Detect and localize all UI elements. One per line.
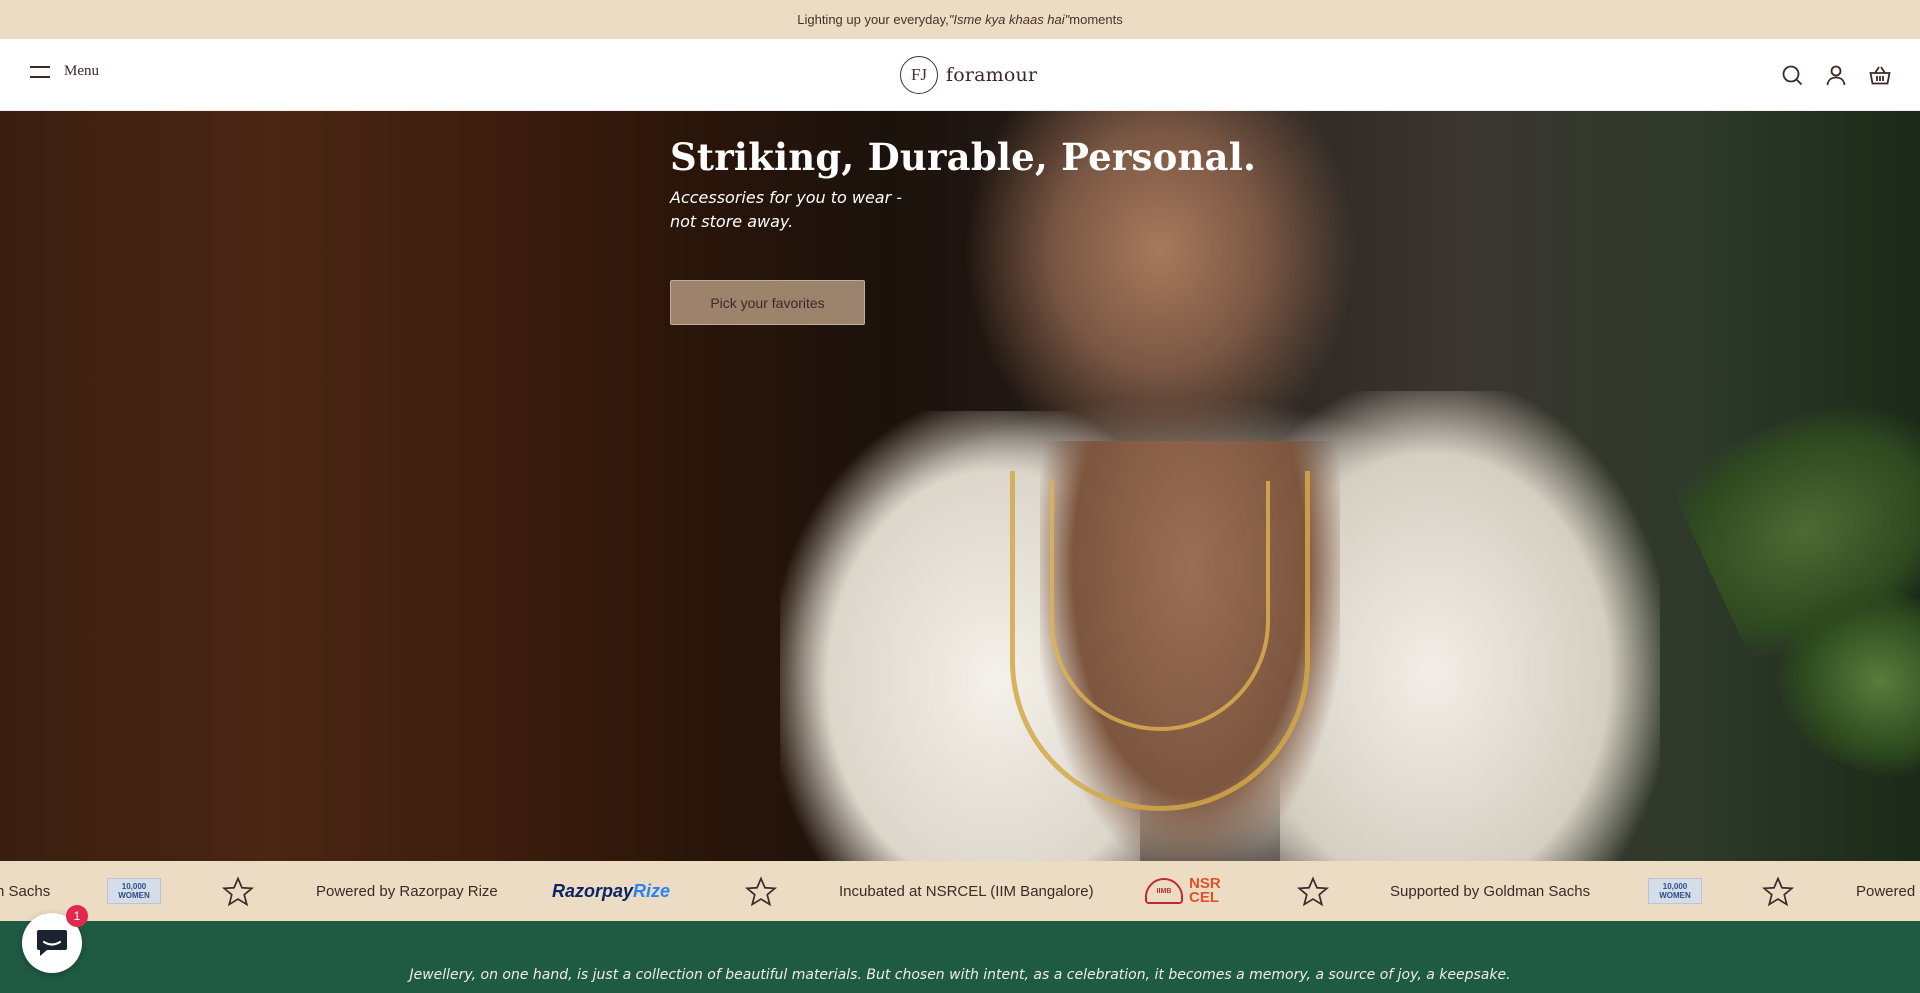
iimb-seal-icon: IIMB [1145,878,1183,904]
menu-label: Menu [64,63,99,79]
account-icon[interactable] [1824,63,1848,87]
hero-subtitle: Accessories for you to wear - not store … [670,188,903,231]
badge-10k-line1: 10,000 [121,882,147,891]
star-icon [1296,876,1330,907]
badge-10k-line1: 10,000 [1662,882,1688,891]
site-header: Menu FJ foramour [0,39,1920,111]
star-icon [744,876,778,907]
hero-photo-necklace-inner [1050,481,1270,731]
partners-marquee: n Sachs 10,000 WOMEN Powered by Razorpay … [0,861,1920,921]
brand-quote-band: Jewellery, on one hand, is just a collec… [0,921,1920,993]
nsrcel-line2: CEL [1189,889,1219,906]
badge-10k-line2: WOMEN [1659,891,1691,900]
announcement-suffix: moments [1069,12,1123,27]
goldman-10k-logo: 10,000 WOMEN [107,861,161,921]
hero-banner: Striking, Durable, Personal. Accessories… [0,111,1920,861]
marquee-text-nsrcel: Incubated at NSRCEL (IIM Bangalore) [839,882,1094,900]
marquee-text-razorpay: Powered by Razorpay Rize [316,882,498,900]
logo-mark: FJ [900,56,938,94]
marquee-text-goldman: Supported by Goldman Sachs [1390,882,1591,900]
site-logo[interactable]: FJ foramour [900,56,1037,94]
hamburger-icon [30,65,50,79]
razorpay-wordmark: Razorpay [552,880,634,901]
badge-10k-line2: WOMEN [118,891,150,900]
pick-favorites-button[interactable]: Pick your favorites [670,280,865,325]
star-icon [1761,876,1795,907]
goldman-10k-logo: 10,000 WOMEN [1648,861,1702,921]
brand-quote: Jewellery, on one hand, is just a collec… [409,967,1511,983]
marquee-text-razorpay-cut: Powered b [1856,882,1920,900]
chat-bubble-icon [37,930,67,956]
nsrcel-logo: IIMB NSR CEL [1145,861,1221,921]
basket-icon[interactable] [1868,63,1892,87]
announcement-quote: "Isme kya khaas hai" [948,12,1070,27]
chat-unread-badge: 1 [66,905,88,927]
header-actions [1780,63,1892,87]
marquee-track: n Sachs 10,000 WOMEN Powered by Razorpay … [0,861,1920,921]
marquee-text-goldman-cut: n Sachs [0,882,51,900]
menu-button[interactable]: Menu [30,63,99,80]
logo-text: foramour [946,64,1038,86]
star-icon [221,876,255,907]
hero-title: Striking, Durable, Personal. [670,135,1257,179]
announcement-bar: Lighting up your everyday, "Isme kya kha… [0,0,1920,39]
search-icon[interactable] [1780,63,1804,87]
rize-wordmark: Rize [633,880,671,901]
announcement-prefix: Lighting up your everyday, [797,12,949,27]
razorpay-rize-logo: RazorpayRize [552,861,670,921]
